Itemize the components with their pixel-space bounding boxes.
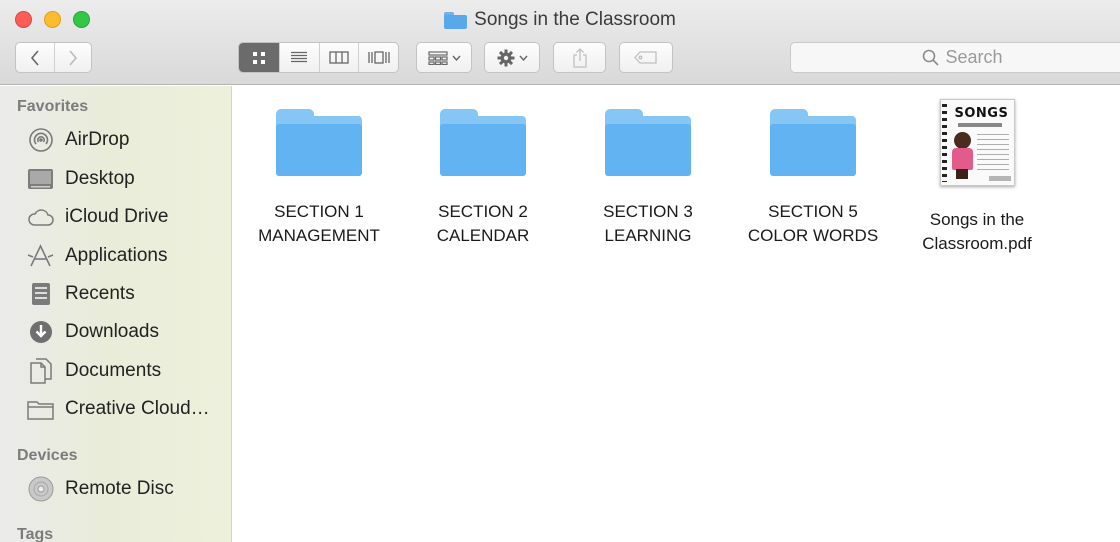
- applications-icon: [27, 243, 54, 270]
- list-icon: [291, 51, 308, 63]
- item-label: SECTION 5 COLOR WORDS: [733, 200, 893, 248]
- cover-flow-icon: [367, 51, 390, 64]
- sidebar-item-label: Downloads: [65, 321, 159, 342]
- disc-icon: [27, 476, 54, 503]
- sidebar-item-remote-disc[interactable]: Remote Disc: [27, 474, 174, 504]
- pdf-thumbnail: SONGS: [939, 99, 1015, 186]
- desktop-icon: [27, 166, 54, 193]
- item-label: Songs in the Classroom.pdf: [897, 208, 1057, 256]
- back-button[interactable]: [16, 43, 54, 72]
- sidebar-item-label: Applications: [65, 245, 168, 266]
- sidebar-item-label: Documents: [65, 360, 162, 381]
- pdf-thumbnail-title: SONGS: [954, 106, 1009, 121]
- documents-icon: [27, 358, 54, 385]
- folder-item[interactable]: SECTION 2 CALENDAR: [403, 104, 563, 248]
- window-title-text: Songs in the Classroom: [474, 9, 676, 30]
- folder-item[interactable]: SECTION 5 COLOR WORDS: [733, 104, 893, 248]
- sidebar-item-recents[interactable]: Recents: [27, 279, 135, 309]
- sidebar-item-label: Creative Cloud…: [65, 398, 210, 419]
- sidebar-item-label: Recents: [65, 283, 135, 304]
- item-label-line: COLOR WORDS: [747, 226, 879, 245]
- file-browser: SECTION 1 MANAGEMENT SECTION 2 CALENDAR …: [233, 86, 1120, 542]
- item-label: SECTION 3 LEARNING: [568, 200, 728, 248]
- list-view-button[interactable]: [278, 43, 319, 72]
- chevron-down-icon: [451, 55, 461, 61]
- chevron-right-icon: [69, 49, 77, 66]
- sidebar-item-documents[interactable]: Documents: [27, 356, 161, 386]
- cloud-icon: [27, 204, 54, 231]
- item-label-line: Classroom.pdf: [922, 234, 1032, 253]
- folder-item[interactable]: SECTION 1 MANAGEMENT: [239, 104, 399, 248]
- downloads-icon: [27, 319, 54, 346]
- folder-icon: [27, 396, 54, 423]
- sidebar-item-airdrop[interactable]: AirDrop: [27, 125, 129, 155]
- search-input[interactable]: Search: [790, 42, 1120, 73]
- item-label-line: CALENDAR: [436, 226, 530, 245]
- sidebar-heading-tags: Tags: [17, 526, 54, 542]
- recents-icon: [27, 281, 54, 308]
- sidebar-item-label: Remote Disc: [65, 478, 174, 499]
- folder-icon: [438, 104, 528, 176]
- sidebar-item-label: Desktop: [65, 168, 135, 189]
- pdf-file-item[interactable]: SONGS Songs in the Classroom.pdf: [897, 99, 1057, 256]
- column-view-button[interactable]: [318, 43, 359, 72]
- item-label-line: SECTION 5: [768, 202, 858, 221]
- folder-icon: [274, 104, 364, 176]
- item-label-line: MANAGEMENT: [258, 226, 380, 245]
- sidebar-item-downloads[interactable]: Downloads: [27, 317, 159, 347]
- item-label-line: SECTION 2: [438, 202, 528, 221]
- folder-icon: [768, 104, 858, 176]
- folder-icon: [603, 104, 693, 176]
- folder-item[interactable]: SECTION 3 LEARNING: [568, 104, 728, 248]
- sidebar: Favorites AirDrop Desktop iCloud Drive A…: [0, 86, 232, 542]
- item-label-line: LEARNING: [604, 226, 692, 245]
- search-icon: [923, 49, 940, 66]
- navigation-buttons: [15, 42, 92, 73]
- sidebar-item-applications[interactable]: Applications: [27, 241, 167, 271]
- gallery-view-button[interactable]: [358, 43, 398, 72]
- sidebar-item-desktop[interactable]: Desktop: [27, 164, 135, 194]
- icon-view-button[interactable]: [239, 43, 279, 72]
- toolbar: Songs in the Classroom Search: [0, 0, 1120, 85]
- sidebar-item-icloud-drive[interactable]: iCloud Drive: [27, 202, 168, 232]
- sidebar-heading-favorites: Favorites: [17, 98, 89, 115]
- tags-button[interactable]: [619, 42, 673, 73]
- airdrop-icon: [27, 127, 54, 154]
- group-icon: [427, 50, 448, 65]
- grid-icon: [252, 51, 265, 64]
- share-button[interactable]: [553, 42, 606, 73]
- tag-icon: [634, 51, 657, 64]
- item-label-line: SECTION 3: [603, 202, 693, 221]
- arrange-button[interactable]: [416, 42, 472, 73]
- sidebar-item-label: iCloud Drive: [65, 206, 169, 227]
- window-title: Songs in the Classroom: [0, 8, 1120, 32]
- item-label: SECTION 2 CALENDAR: [403, 200, 563, 248]
- item-label-line: SECTION 1: [274, 202, 364, 221]
- columns-icon: [329, 51, 349, 64]
- forward-button[interactable]: [53, 43, 92, 72]
- sidebar-item-creative-cloud[interactable]: Creative Cloud…: [27, 394, 210, 424]
- sidebar-heading-devices: Devices: [17, 447, 78, 464]
- sidebar-item-label: AirDrop: [65, 129, 130, 150]
- folder-icon: [444, 11, 468, 29]
- chevron-left-icon: [30, 49, 39, 66]
- search-placeholder: Search: [945, 47, 1003, 67]
- action-button[interactable]: [484, 42, 540, 73]
- gear-icon: [497, 49, 514, 66]
- share-icon: [572, 47, 587, 68]
- item-label-line: Songs in the: [929, 210, 1025, 229]
- item-label: SECTION 1 MANAGEMENT: [239, 200, 399, 248]
- chevron-down-icon: [518, 55, 528, 61]
- view-mode-selector: [238, 42, 399, 73]
